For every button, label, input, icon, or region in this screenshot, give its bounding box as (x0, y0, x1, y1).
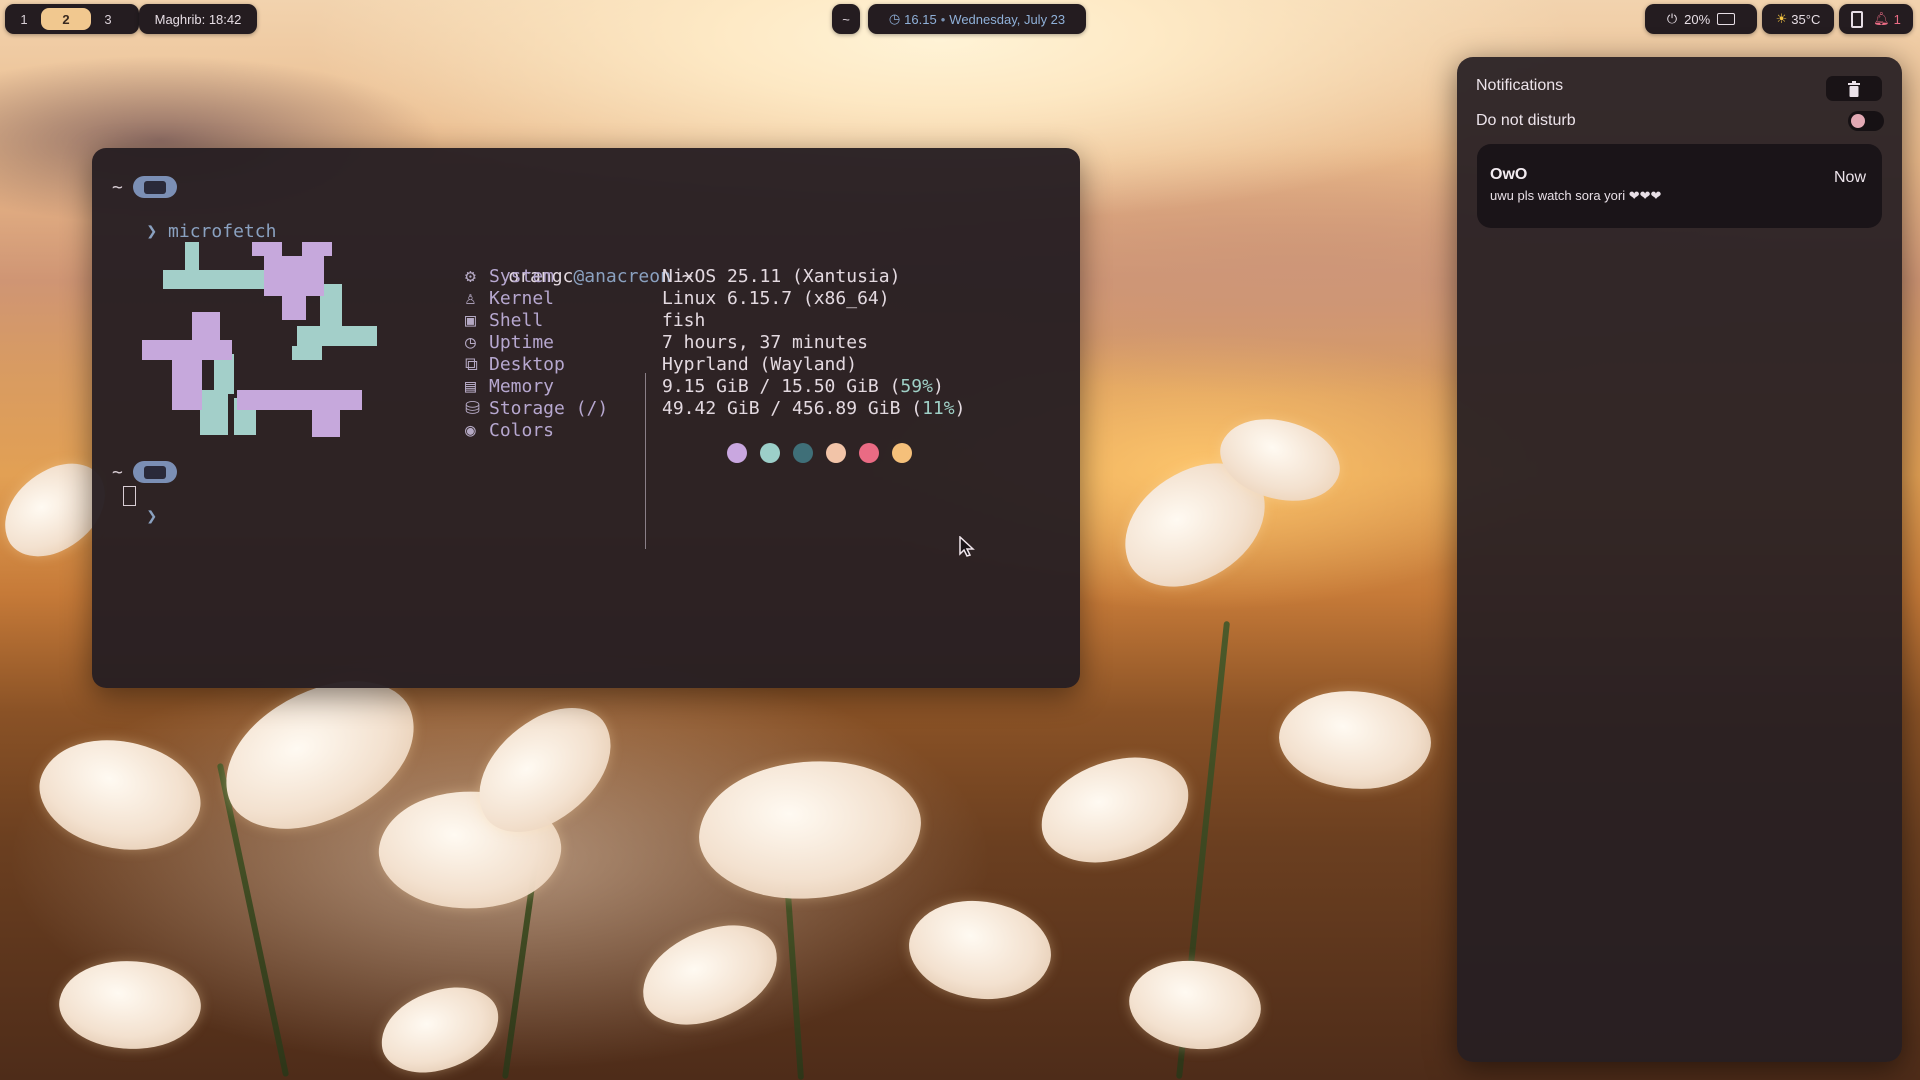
info-label: Storage (/) (489, 398, 609, 419)
color-swatch (727, 443, 748, 463)
linux-icon: ♙ (465, 288, 476, 309)
terminal-icon: ▣ (465, 310, 476, 331)
palette-icon: ◉ (465, 420, 476, 441)
dnd-toggle[interactable] (1848, 111, 1884, 131)
info-label: Colors (489, 420, 555, 441)
color-swatch (760, 443, 781, 463)
nixos-logo (142, 242, 377, 437)
prompt-header-1: ~ (112, 176, 177, 198)
workspace-1[interactable]: 1 (11, 8, 37, 30)
folder-icon (132, 461, 177, 483)
prompt-symbol: ❯ (146, 506, 158, 527)
battery-charging-icon (1717, 13, 1736, 25)
memory-icon: ▤ (465, 376, 476, 397)
toggle-knob (1851, 114, 1865, 128)
info-label: Shell (489, 310, 544, 331)
phone-icon[interactable] (1851, 10, 1864, 28)
workspace-2[interactable]: 2 (41, 8, 91, 30)
workspace-switcher: 1 2 3 (5, 4, 139, 34)
clock-time: 16.15 (904, 11, 937, 27)
fetch-at: @ (573, 266, 585, 287)
terminal-window[interactable]: ~ ❯ microfetch orangc@anacreon ~ ⚙ Syste… (92, 148, 1080, 688)
info-value: 9.15 GiB / 15.50 GiB (59%) (662, 376, 944, 398)
date-separator: • (940, 11, 946, 27)
notification-count: 1 (1893, 11, 1901, 27)
trash-icon (1848, 80, 1860, 97)
info-row-storage: ⛁ Storage (/) (465, 398, 608, 420)
info-value: Linux 6.15.7 (x86_64) (662, 288, 890, 309)
weather-widget[interactable]: ☀ 35°C (1762, 4, 1834, 34)
color-swatch (859, 443, 880, 463)
info-row-shell: ▣ Shell (465, 310, 543, 332)
clock-icon: ◷ (465, 332, 476, 353)
info-separator (645, 373, 646, 549)
storage-value: 49.42 GiB / 456.89 GiB ( (662, 398, 923, 419)
clock-date: Wednesday, July 23 (949, 11, 1066, 27)
gear-icon: ⚙ (465, 266, 476, 287)
storage-percent: 11% (922, 398, 955, 419)
info-label: Desktop (489, 354, 565, 375)
workspace-3[interactable]: 3 (95, 8, 121, 30)
info-row-memory: ▤ Memory (465, 376, 554, 398)
memory-percent: 59% (900, 376, 933, 397)
prayer-time-text: Maghrib: 18:42 (154, 11, 242, 27)
info-row-uptime: ◷ Uptime (465, 332, 554, 354)
notification-panel: Notifications Do not disturb OwO uwu pls… (1457, 57, 1902, 1062)
fetch-host: anacreon (584, 266, 671, 287)
notification-body: uwu pls watch sora yori ❤❤❤ (1490, 188, 1661, 204)
info-label: System (489, 266, 555, 287)
mouse-pointer-icon (959, 536, 975, 557)
folder-icon (132, 176, 177, 198)
battery-widget[interactable]: ⏻ 20% (1645, 4, 1757, 34)
prayer-time-widget[interactable]: Maghrib: 18:42 (139, 4, 257, 34)
info-row-system: ⚙ System (465, 266, 554, 288)
memory-tail: ) (932, 376, 944, 397)
launcher-button[interactable]: ~ (832, 4, 860, 34)
color-swatch (826, 443, 847, 463)
clock-icon: ◷ (888, 11, 901, 26)
bell-icon[interactable]: 🔔︎ (1873, 11, 1890, 27)
info-row-colors: ◉ Colors (465, 420, 554, 442)
tray-widget[interactable]: 🔔︎ 1 (1839, 4, 1913, 34)
command-text: microfetch (168, 221, 277, 242)
power-icon: ⏻ (1666, 11, 1678, 26)
info-row-desktop: ⧉ Desktop (465, 354, 565, 376)
sun-icon: ☀ (1775, 11, 1788, 26)
weather-temp: 35°C (1791, 11, 1821, 27)
notification-text: uwu pls watch sora yori ❤❤❤ (1490, 188, 1662, 203)
notification-card[interactable]: OwO uwu pls watch sora yori ❤❤❤ Now (1477, 144, 1882, 228)
memory-value: 9.15 GiB / 15.50 GiB ( (662, 376, 901, 397)
info-value: 7 hours, 37 minutes (662, 332, 868, 353)
battery-percent: 20% (1684, 11, 1711, 27)
launcher-label: ~ (842, 11, 850, 27)
color-swatch (793, 443, 814, 463)
prompt-symbol: ❯ (146, 221, 158, 242)
color-swatches (662, 420, 925, 486)
prompt-header-2: ~ (112, 461, 177, 483)
info-row-kernel: ♙ Kernel (465, 288, 554, 310)
windows-icon: ⧉ (465, 354, 478, 375)
dnd-label: Do not disturb (1476, 112, 1576, 129)
prompt-dir: ~ (112, 176, 123, 198)
info-value: NixOS 25.11 (Xantusia) (662, 266, 901, 287)
panel-title: Notifications (1476, 77, 1564, 94)
text-cursor (123, 486, 136, 506)
info-label: Uptime (489, 332, 555, 353)
disk-icon: ⛁ (465, 398, 481, 419)
info-label: Memory (489, 376, 555, 397)
info-value: fish (662, 310, 706, 331)
storage-tail: ) (954, 398, 966, 419)
notification-time: Now (1833, 169, 1866, 186)
color-swatch (892, 443, 913, 463)
info-label: Kernel (489, 288, 555, 309)
clear-notifications-button[interactable] (1826, 76, 1882, 101)
notification-app: OwO (1490, 166, 1528, 183)
info-value: 49.42 GiB / 456.89 GiB (11%) (662, 398, 965, 420)
prompt-dir: ~ (112, 461, 123, 483)
info-value: Hyprland (Wayland) (662, 354, 858, 375)
clock-widget[interactable]: ◷ 16.15 • Wednesday, July 23 (868, 4, 1086, 34)
